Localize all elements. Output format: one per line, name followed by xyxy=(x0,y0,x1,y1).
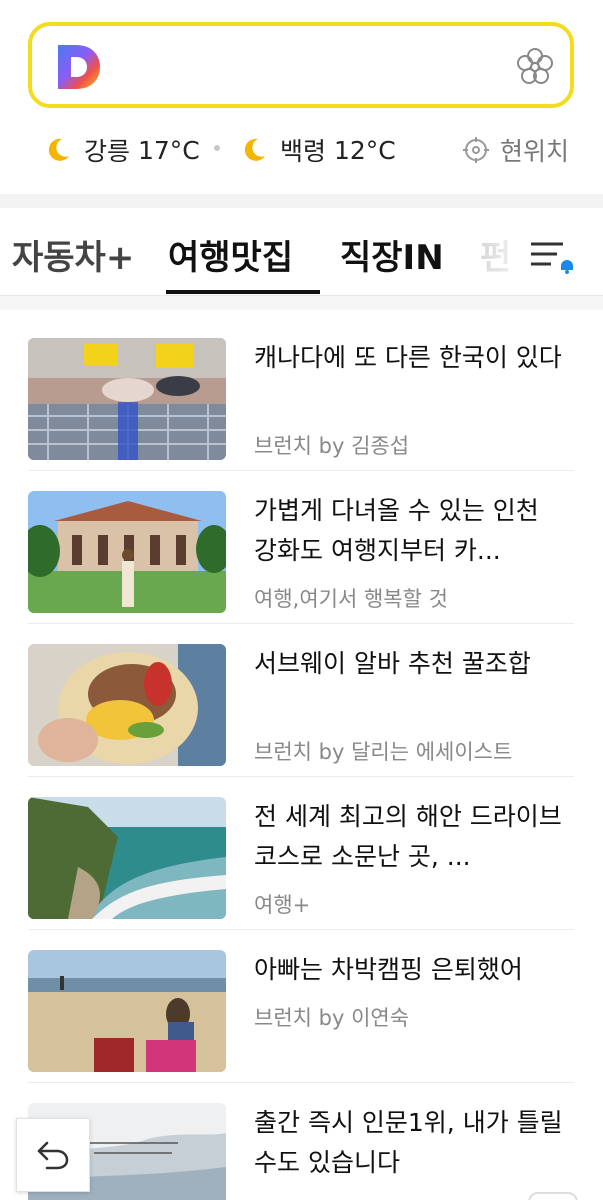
tab-cars[interactable]: 자동차+ xyxy=(12,230,134,279)
article-title[interactable]: 서브웨이 알바 추천 꿀조합 xyxy=(254,644,564,684)
weather-row: 강릉 17°C 백령 12°C 현위치 xyxy=(0,128,603,174)
article-source: 여행,여기서 행복할 것 xyxy=(254,587,448,611)
separator-dot xyxy=(214,145,220,151)
tab-work[interactable]: 직장IN xyxy=(340,230,444,279)
article-title[interactable]: 전 세계 최고의 해안 드라이브 코스로 소문난 곳, ... xyxy=(254,797,564,877)
weather-temp: 17°C xyxy=(137,135,200,165)
back-button[interactable] xyxy=(16,1118,90,1192)
weather-temp: 12°C xyxy=(333,135,396,165)
article-item[interactable]: 가볍게 다녀올 수 있는 인천 강화도 여행지부터 카... 여행,여기서 행복… xyxy=(28,471,574,624)
article-item[interactable]: 캐나다에 또 다른 한국이 있다 브런치 by 김종섭 xyxy=(28,318,574,471)
crosshair-icon xyxy=(462,137,489,163)
toggle-partial[interactable] xyxy=(528,1192,578,1200)
location-label: 현위치 xyxy=(499,137,569,166)
category-tabs: 자동차+ 여행맛집 직장IN 펀 xyxy=(0,208,603,296)
section-divider xyxy=(0,194,603,208)
article-item[interactable]: 출간 즉시 인문1위, 내가 틀릴 수도 있습니다 xyxy=(28,1083,574,1200)
article-title[interactable]: 가볍게 다녀올 수 있는 인천 강화도 여행지부터 카... xyxy=(254,491,564,571)
article-title[interactable]: 출간 즉시 인문1위, 내가 틀릴 수도 있습니다 xyxy=(254,1103,564,1183)
tab-menu-button[interactable] xyxy=(527,234,573,274)
weather-item-2[interactable]: 백령 12°C xyxy=(240,132,396,168)
menu-notification-icon xyxy=(531,242,573,274)
article-source: 브런치 by 달리는 에세이스트 xyxy=(254,740,513,764)
daum-logo-icon xyxy=(58,45,100,89)
article-source: 여행+ xyxy=(254,893,311,917)
article-thumbnail xyxy=(28,338,226,460)
article-thumbnail xyxy=(28,797,226,919)
active-tab-indicator xyxy=(166,290,320,294)
article-thumbnail xyxy=(28,491,226,613)
current-location-button[interactable]: 현위치 xyxy=(462,132,569,168)
weather-city: 백령 xyxy=(280,137,327,166)
search-bar[interactable] xyxy=(28,22,574,108)
article-thumbnail xyxy=(28,644,226,766)
undo-arrow-icon xyxy=(37,1141,69,1170)
flower-icon[interactable] xyxy=(514,46,556,88)
moon-icon xyxy=(48,138,69,161)
article-thumbnail xyxy=(28,950,226,1072)
weather-item-1[interactable]: 강릉 17°C xyxy=(44,132,200,168)
article-item[interactable]: 아빠는 차박캠핑 은퇴했어 브런치 by 이연숙 xyxy=(28,930,574,1083)
section-divider xyxy=(0,296,603,310)
moon-icon xyxy=(244,138,265,161)
tab-travel-food[interactable]: 여행맛집 xyxy=(168,230,293,279)
article-source: 브런치 by 김종섭 xyxy=(254,434,410,458)
weather-city: 강릉 xyxy=(84,137,131,166)
article-title[interactable]: 캐나다에 또 다른 한국이 있다 xyxy=(254,338,564,378)
article-title[interactable]: 아빠는 차박캠핑 은퇴했어 xyxy=(254,950,564,990)
article-item[interactable]: 전 세계 최고의 해안 드라이브 코스로 소문난 곳, ... 여행+ xyxy=(28,777,574,930)
article-source: 브런치 by 이연숙 xyxy=(254,1006,410,1030)
article-item[interactable]: 서브웨이 알바 추천 꿀조합 브런치 by 달리는 에세이스트 xyxy=(28,624,574,777)
